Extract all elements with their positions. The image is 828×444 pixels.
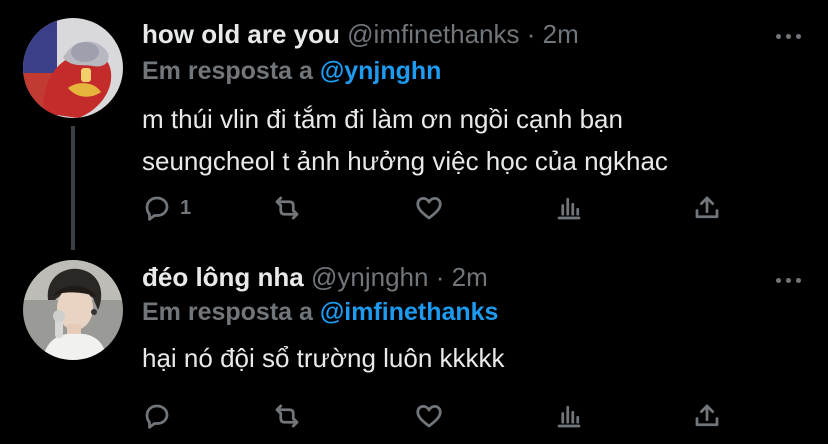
reply-count: 1 bbox=[180, 196, 192, 219]
reply-label: Em resposta a bbox=[142, 57, 313, 85]
avatar[interactable] bbox=[23, 260, 123, 360]
analytics-icon bbox=[557, 405, 581, 428]
analytics-button[interactable] bbox=[554, 396, 584, 436]
like-icon bbox=[416, 405, 442, 428]
reply-mention-link[interactable]: @ynjnghn bbox=[320, 57, 442, 85]
user-handle[interactable]: @imfinethanks bbox=[347, 19, 519, 49]
like-icon bbox=[416, 197, 442, 220]
reply-context: Em resposta a @ynjnghn bbox=[142, 56, 441, 86]
more-icon[interactable] bbox=[770, 268, 806, 292]
tweet-text-line: seungcheol t ảnh hưởng việc học của ngkh… bbox=[142, 146, 668, 176]
tweet-header: how old are you @imfinethanks · 2m bbox=[142, 19, 579, 49]
analytics-icon bbox=[557, 197, 581, 220]
tweet-text-line: hại nó đội sổ trường luôn kkkkk bbox=[142, 343, 505, 373]
retweet-button[interactable] bbox=[272, 396, 302, 436]
share-icon bbox=[695, 404, 719, 427]
retweet-icon bbox=[275, 404, 299, 428]
retweet-button[interactable] bbox=[272, 188, 302, 228]
tweet-text-line: m thúi vlin đi tắm đi làm ơn ngồi cạnh b… bbox=[142, 104, 623, 134]
share-icon bbox=[695, 196, 719, 219]
reply-icon bbox=[145, 196, 169, 221]
tweet-thread: how old are you @imfinethanks · 2m Em re… bbox=[0, 0, 828, 444]
more-icon[interactable] bbox=[770, 24, 806, 48]
reply-mention-link[interactable]: @imfinethanks bbox=[320, 298, 499, 326]
like-button[interactable] bbox=[414, 396, 444, 436]
display-name[interactable]: how old are you bbox=[142, 19, 340, 49]
thread-connector-line bbox=[71, 126, 75, 250]
separator-dot: · bbox=[526, 19, 536, 49]
tweet-header: đéo lông nha @ynjnghn · 2m bbox=[142, 262, 488, 292]
retweet-icon bbox=[275, 196, 299, 220]
like-button[interactable] bbox=[414, 188, 444, 228]
reply-context: Em resposta a @imfinethanks bbox=[142, 297, 498, 327]
reply-label: Em resposta a bbox=[142, 298, 313, 326]
user-handle[interactable]: @ynjnghn bbox=[311, 262, 428, 292]
reply-icon bbox=[145, 404, 169, 429]
timestamp[interactable]: 2m bbox=[452, 262, 488, 292]
share-button[interactable] bbox=[692, 188, 722, 228]
analytics-button[interactable] bbox=[554, 188, 584, 228]
timestamp[interactable]: 2m bbox=[543, 19, 579, 49]
avatar[interactable] bbox=[23, 18, 123, 118]
separator-dot: · bbox=[435, 262, 445, 292]
reply-button[interactable] bbox=[142, 396, 180, 436]
action-bar bbox=[130, 396, 750, 436]
display-name[interactable]: đéo lông nha bbox=[142, 262, 304, 292]
action-bar: 1 bbox=[130, 188, 750, 228]
reply-button[interactable]: 1 bbox=[142, 188, 191, 228]
share-button[interactable] bbox=[692, 396, 722, 436]
